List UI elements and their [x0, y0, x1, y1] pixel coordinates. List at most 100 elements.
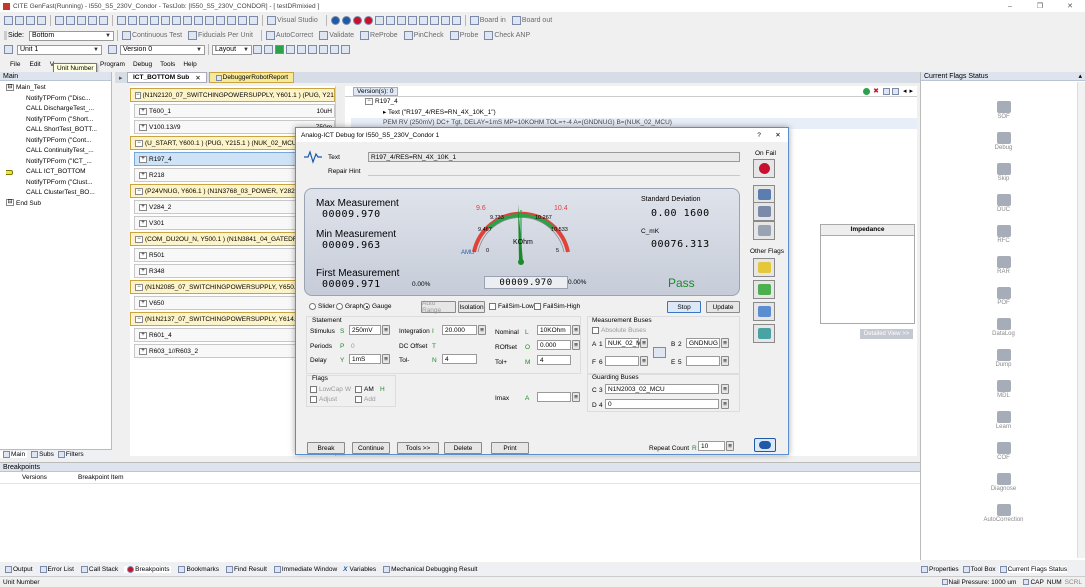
collapse-icon[interactable]: − — [365, 97, 373, 105]
print-icon[interactable] — [139, 16, 148, 25]
col-breakpoint-item[interactable]: Breakpoint Item — [78, 474, 124, 481]
autocorrect-button[interactable]: AutoCorrect — [276, 32, 313, 39]
menu-debug[interactable]: Debug — [133, 61, 152, 68]
expand-icon[interactable]: + — [139, 155, 147, 163]
tab-call-stack[interactable]: Call Stack — [80, 565, 118, 573]
save-icon[interactable] — [26, 16, 35, 25]
flag-tool-pof[interactable]: POF — [921, 275, 1085, 306]
stop-button[interactable]: Stop — [667, 301, 701, 313]
other-flag-4-button[interactable] — [753, 324, 775, 343]
reprobe-button[interactable]: ReProbe — [370, 32, 398, 39]
layout-e-icon[interactable] — [308, 45, 317, 54]
adjust-option[interactable]: Adjust — [310, 396, 337, 403]
delete-button[interactable]: Delete — [444, 442, 482, 454]
table-icon[interactable] — [227, 16, 236, 25]
replace-icon[interactable] — [128, 16, 137, 25]
record-icon[interactable] — [363, 16, 373, 25]
visual-studio-button[interactable]: Visual Studio — [277, 17, 318, 24]
tab-find-result[interactable]: Find Result — [225, 565, 267, 573]
layout-c-icon[interactable] — [286, 45, 295, 54]
print-button[interactable]: Print — [491, 442, 529, 454]
tree-item[interactable]: NotifyTPForm ("Disc... — [6, 94, 111, 105]
expand-icon[interactable]: + — [139, 107, 147, 115]
fiducials-icon[interactable] — [188, 31, 198, 40]
tab-immediate-window[interactable]: Immediate Window — [273, 565, 337, 573]
tab-current-flags[interactable]: Current Flags Status — [998, 565, 1068, 573]
pincheck-button[interactable]: PinCheck — [414, 32, 444, 39]
tree-item[interactable]: ⊟ End Sub — [6, 199, 111, 210]
lowcap-checkbox[interactable] — [310, 386, 317, 393]
test-item[interactable]: + T600_1 10uH — [134, 104, 335, 118]
flag-tool-duc[interactable]: DUC — [921, 182, 1085, 213]
pincheck-icon[interactable] — [403, 31, 413, 40]
continue-button[interactable]: Continue — [352, 442, 390, 454]
tab-breakpoints[interactable]: Breakpoints — [124, 565, 172, 573]
tree-item[interactable]: NotifyTPForm ("Cont... — [6, 136, 111, 147]
fiducials-button[interactable]: Fiducials Per Unit — [198, 32, 253, 39]
run-icon[interactable] — [161, 16, 170, 25]
undo-icon[interactable] — [88, 16, 97, 25]
flag-tool-rar[interactable]: RAR — [921, 244, 1085, 275]
tab-variables[interactable]: X Variables — [343, 566, 376, 573]
compile-icon[interactable] — [150, 16, 159, 25]
gauge-radio[interactable] — [363, 303, 370, 310]
tab-properties[interactable]: Properties — [920, 565, 959, 573]
flag-tool-datalog[interactable]: DataLog — [921, 306, 1085, 337]
step-icon[interactable] — [172, 16, 181, 25]
collapse-icon[interactable]: − — [135, 187, 143, 195]
tree-item[interactable]: NotifyTPForm ("Clust... — [6, 178, 111, 189]
tab-bookmarks[interactable]: Bookmarks — [177, 565, 219, 573]
am-checkbox[interactable] — [355, 386, 362, 393]
version-select[interactable]: Version 0 ▼ — [120, 44, 205, 55]
roffset-picker-button[interactable]: ≡ — [572, 340, 580, 350]
board-in-icon[interactable] — [469, 16, 479, 25]
expand-icon[interactable]: + — [139, 219, 147, 227]
expand-icon[interactable]: + — [139, 203, 147, 211]
slider-radio[interactable] — [309, 303, 316, 310]
failsim-low[interactable]: FailSim-Low — [489, 303, 534, 310]
tab-main[interactable]: Main — [0, 451, 28, 458]
flag-tool-rfc[interactable]: RFC — [921, 213, 1085, 244]
on-fail-option-2-button[interactable] — [753, 202, 775, 221]
pause-icon[interactable] — [330, 16, 340, 25]
tree-item[interactable]: CALL DischargeTest_... — [6, 104, 111, 115]
tab-error-list[interactable]: Error List — [39, 565, 74, 573]
tree-item[interactable]: NotifyTPForm ("ICT_... — [6, 157, 111, 168]
next-icon[interactable]: ▸ — [909, 87, 913, 95]
cut-icon[interactable] — [55, 16, 64, 25]
adjust-checkbox[interactable] — [310, 396, 317, 403]
move-up-icon[interactable] — [882, 87, 890, 95]
window-icon[interactable] — [205, 16, 214, 25]
tree-item[interactable]: NotifyTPForm ("Short... — [6, 115, 111, 126]
reprobe-icon[interactable] — [360, 31, 370, 40]
help-chat-button[interactable] — [754, 438, 776, 452]
board-in-button[interactable]: Board in — [480, 17, 506, 24]
version-tree-item[interactable]: − R197_4 — [351, 97, 917, 108]
layout-b-icon[interactable] — [275, 45, 284, 54]
bus-b-field[interactable]: GNDNUG — [686, 338, 720, 348]
bus-c-field[interactable]: N1N2003_02_MCU — [605, 384, 719, 394]
visual-studio-icon[interactable] — [267, 16, 276, 25]
collapse-icon[interactable]: − — [135, 235, 143, 243]
list-icon[interactable] — [238, 16, 247, 25]
unit-select[interactable]: Unit 1 ▼ — [17, 44, 102, 55]
bus-e-field[interactable] — [686, 356, 720, 366]
move-down-icon[interactable] — [891, 87, 899, 95]
graph-radio[interactable] — [336, 303, 343, 310]
absolute-buses-option[interactable]: Absolute Buses — [592, 327, 646, 334]
continuous-test-icon[interactable] — [121, 31, 131, 40]
text-field[interactable]: R197_4/RES=RN_4X_10K_1 — [368, 152, 740, 162]
board-out-button[interactable]: Board out — [522, 17, 552, 24]
other-flag-1-button[interactable] — [753, 258, 775, 277]
step-out-icon[interactable] — [396, 16, 406, 25]
bus-f-picker-button[interactable]: ≡ — [640, 356, 648, 366]
tab-versions[interactable]: Version(s): 0 — [353, 86, 398, 96]
autocorrect-icon[interactable] — [265, 31, 275, 40]
bus-a-field[interactable]: NUK_02_M — [605, 338, 642, 348]
failsim-high[interactable]: FailSim-High — [534, 303, 580, 310]
step-into-icon[interactable] — [374, 16, 384, 25]
settings-icon[interactable] — [249, 16, 258, 25]
pin-icon[interactable]: ▸ — [119, 74, 127, 82]
tools-button[interactable]: Tools >> — [397, 442, 439, 454]
mode-slider[interactable]: Slider — [309, 303, 335, 310]
